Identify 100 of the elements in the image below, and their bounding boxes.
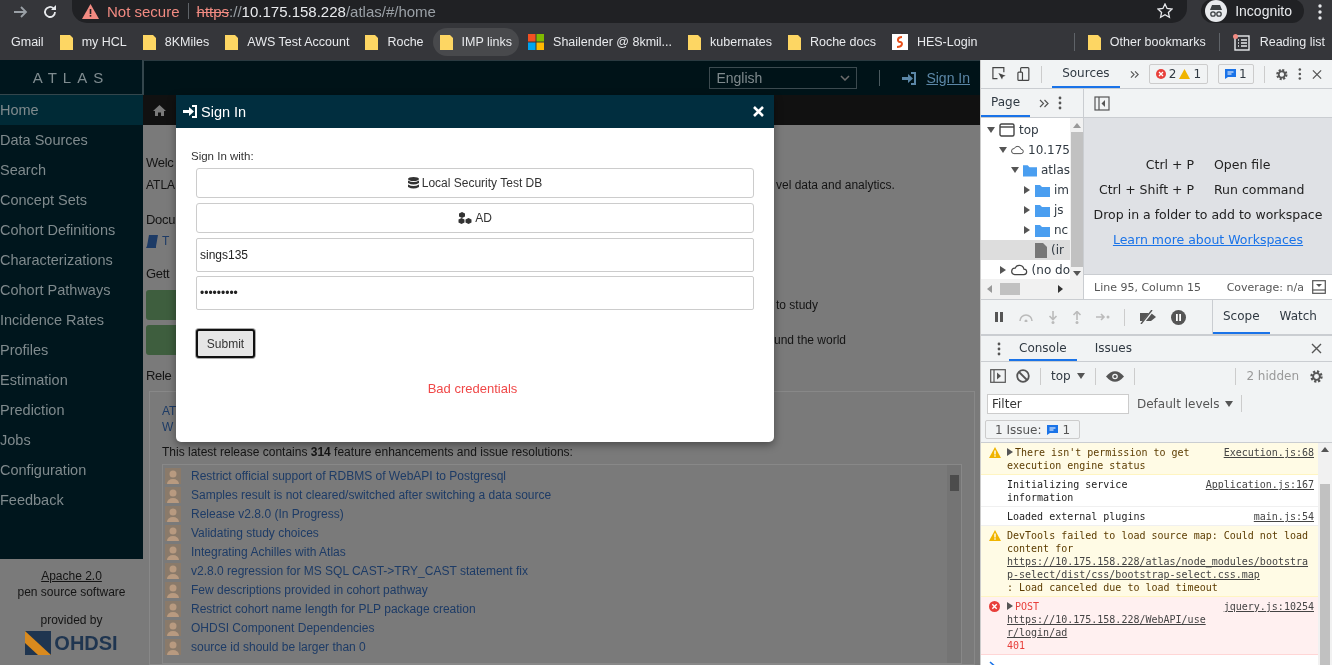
settings-icon[interactable] — [1274, 66, 1289, 82]
more-icon[interactable] — [1298, 67, 1302, 81]
tree-item[interactable]: atlas — [981, 160, 1070, 180]
drawer-tab[interactable]: Issues — [1084, 336, 1142, 361]
nav-item[interactable]: Search — [0, 155, 143, 185]
menu-icon[interactable] — [1318, 4, 1322, 20]
security-status[interactable]: Not secure — [107, 2, 180, 20]
provider-button[interactable]: Local Security Test DB — [196, 168, 754, 198]
bookmark[interactable]: kubernates — [681, 28, 779, 56]
tree-item[interactable]: top — [981, 120, 1070, 140]
expand-arrow-icon[interactable] — [1007, 602, 1013, 610]
nav-item[interactable]: Characterizations — [0, 245, 143, 275]
password-field[interactable]: ••••••••• — [196, 276, 754, 310]
url-text[interactable]: https://10.175.158.228/atlas/#/home — [196, 2, 436, 20]
nav-item[interactable]: Home — [0, 95, 143, 125]
nav-item[interactable]: Prediction — [0, 395, 143, 425]
source-link[interactable]: main.js:54 — [1253, 510, 1314, 523]
nav-item[interactable]: Incidence Rates — [0, 305, 143, 335]
collapsed-arrow-icon[interactable] — [999, 266, 1007, 274]
nav-item[interactable]: Concept Sets — [0, 185, 143, 215]
license-link[interactable]: Apache 2.0 — [41, 569, 102, 583]
source-link[interactable]: Execution.js:68 — [1223, 446, 1314, 459]
sidebar-toggle-icon[interactable] — [1094, 95, 1110, 111]
settings-icon[interactable] — [1309, 368, 1324, 384]
inspect-icon[interactable] — [992, 66, 1007, 82]
issues-button[interactable]: 1 Issue: 1 — [985, 420, 1081, 439]
bookmark[interactable]: Gmail — [4, 28, 51, 56]
language-select[interactable]: English — [709, 67, 858, 89]
tree-item[interactable]: 10.175 — [981, 140, 1070, 160]
nav-item[interactable]: Cohort Pathways — [0, 275, 143, 305]
nav-item[interactable]: Jobs — [0, 425, 143, 455]
tree-item[interactable]: (ir — [981, 240, 1070, 260]
pause-on-exceptions-icon[interactable] — [1171, 309, 1186, 325]
nav-item[interactable]: Configuration — [0, 455, 143, 485]
scrollbar[interactable] — [1318, 443, 1332, 665]
username-field[interactable]: sings135 — [196, 238, 754, 272]
workspaces-link[interactable]: Learn more about Workspaces — [1112, 232, 1304, 247]
problems-counter[interactable]: 2 1 — [1148, 64, 1208, 84]
url-link[interactable]: https://10.175.158.228/atlas/node_modules/bootstrap-select/dist/css/bootstrap-select.css.map — [1007, 555, 1314, 581]
collapsed-arrow-icon[interactable] — [1023, 206, 1031, 214]
clear-icon[interactable] — [1016, 369, 1030, 383]
bookmark[interactable]: Shailender @ 8kmil... — [521, 28, 680, 56]
bookmark[interactable]: Roche docs — [780, 28, 883, 56]
nav-item[interactable]: Cohort Definitions — [0, 215, 143, 245]
reading-list-button[interactable]: Reading list — [1225, 28, 1332, 56]
filter-field[interactable]: Filter — [987, 393, 1129, 414]
sign-in-icon[interactable] — [902, 71, 917, 85]
scrollbar-thumb[interactable] — [1000, 283, 1020, 295]
scroll-down-icon[interactable] — [1072, 271, 1081, 276]
home-icon[interactable] — [153, 104, 166, 116]
bookmark[interactable]: Other bookmarks — [1080, 28, 1213, 56]
sign-in-link[interactable]: Sign In — [926, 70, 970, 86]
more-icon[interactable] — [1058, 96, 1063, 110]
expanded-arrow-icon[interactable] — [999, 146, 1007, 154]
deactivate-breakpoints-icon[interactable] — [1139, 310, 1157, 324]
context-select[interactable]: top — [1051, 369, 1085, 383]
tree-item[interactable]: (no do — [981, 260, 1070, 279]
tree-item[interactable]: im — [981, 180, 1070, 200]
levels-select[interactable]: Default levels — [1137, 396, 1234, 411]
nav-item[interactable]: Profiles — [0, 335, 143, 365]
collapsed-arrow-icon[interactable] — [1023, 186, 1031, 194]
scrollbar[interactable] — [981, 279, 1083, 299]
scroll-right-icon[interactable] — [1058, 285, 1063, 293]
more-icon[interactable] — [997, 341, 1001, 356]
more-tabs-icon[interactable] — [1039, 98, 1050, 108]
scrollbar[interactable] — [947, 465, 961, 663]
bookmark[interactable]: my HCL — [52, 28, 134, 56]
expanded-arrow-icon[interactable] — [1011, 166, 1019, 174]
source-link[interactable]: jquery.js:10254 — [1223, 600, 1314, 613]
scrollbar[interactable] — [1070, 118, 1083, 279]
address-bar[interactable]: Not secure https://10.175.158.228/atlas/#/home — [72, 0, 1188, 23]
close-icon[interactable] — [1311, 343, 1322, 354]
device-icon[interactable] — [1016, 66, 1032, 82]
drawer-toggle-icon[interactable] — [1312, 280, 1326, 294]
sidebar-tab[interactable]: Watch — [1269, 300, 1327, 334]
more-tabs-icon[interactable] — [1129, 69, 1139, 79]
forward-icon[interactable] — [12, 4, 28, 20]
sidebar-toggle-icon[interactable] — [990, 369, 1006, 383]
tree-item[interactable]: js — [981, 200, 1070, 220]
nav-item[interactable]: Feedback — [0, 485, 143, 515]
nav-item[interactable]: Data Sources — [0, 125, 143, 155]
star-icon[interactable] — [1157, 3, 1174, 19]
source-link[interactable]: Application.js:167 — [1205, 478, 1314, 491]
expand-arrow-icon[interactable] — [1007, 448, 1013, 456]
eye-icon[interactable] — [1105, 370, 1124, 382]
nav-item[interactable]: Estimation — [0, 365, 143, 395]
messages-counter[interactable]: 1 — [1218, 64, 1254, 84]
bookmark[interactable]: 8KMiles — [135, 28, 217, 56]
scroll-up-icon[interactable] — [1321, 447, 1329, 452]
url-link[interactable]: https://10.175.158.228/WebAPI/user/login/ad — [1007, 613, 1216, 639]
expanded-arrow-icon[interactable] — [987, 126, 995, 134]
tree-item[interactable]: nc — [981, 220, 1070, 240]
provider-button[interactable]: AD — [196, 203, 754, 233]
pause-icon[interactable] — [994, 312, 1004, 322]
submit-button[interactable]: Submit — [196, 329, 255, 358]
collapsed-arrow-icon[interactable] — [1023, 226, 1031, 234]
bookmark[interactable]: HES-Login — [884, 28, 985, 56]
profile-button[interactable]: Incognito — [1201, 0, 1304, 23]
bookmark[interactable]: AWS Test Account — [218, 28, 357, 56]
bookmark[interactable]: Roche — [358, 28, 431, 56]
